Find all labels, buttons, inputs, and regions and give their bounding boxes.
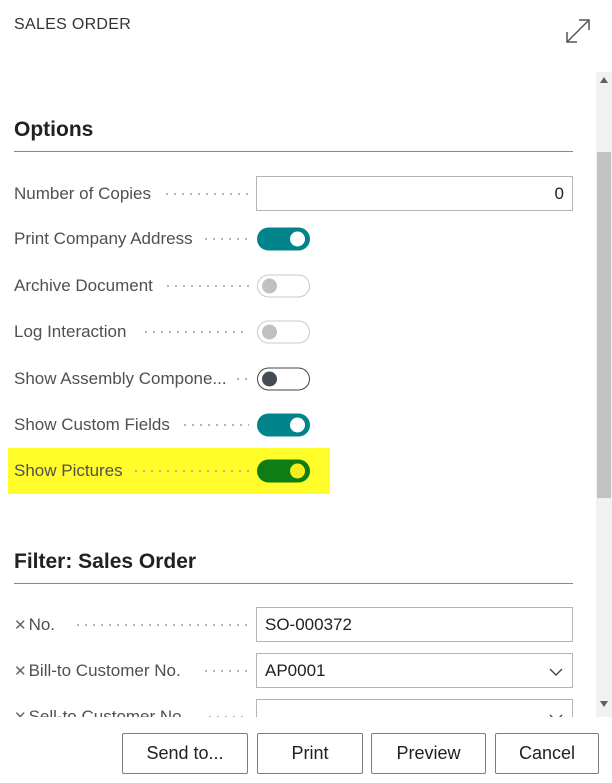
toggle-knob	[262, 278, 277, 294]
dialog-title: SALES ORDER	[14, 16, 132, 33]
archive-document-label: Archive Document	[14, 276, 153, 295]
remove-filter-icon[interactable]: ✕	[14, 617, 27, 634]
chevron-down-icon	[549, 714, 563, 717]
filter-sell-to-select[interactable]	[256, 699, 573, 717]
scroll-up-arrow-icon[interactable]	[600, 76, 608, 84]
filter-no-label-text: No.	[28, 615, 56, 634]
print-company-address-toggle[interactable]	[257, 227, 310, 251]
leader-dots	[181, 424, 249, 426]
show-pictures-row: Show Pictures	[0, 453, 596, 489]
filter-no-input[interactable]: SO-000372	[256, 607, 573, 642]
show-custom-fields-toggle[interactable]	[257, 413, 310, 437]
options-divider	[14, 151, 573, 152]
cancel-button[interactable]: Cancel	[495, 733, 599, 774]
remove-filter-icon[interactable]: ✕	[14, 663, 27, 680]
filter-bill-to-select[interactable]: AP0001	[256, 653, 573, 688]
chevron-down-icon	[549, 668, 563, 676]
leader-dots	[202, 670, 249, 672]
number-of-copies-input[interactable]: 0	[256, 176, 573, 211]
show-assembly-components-toggle[interactable]	[257, 367, 310, 391]
show-custom-fields-row: Show Custom Fields	[0, 407, 596, 443]
number-of-copies-label: Number of Copies	[14, 184, 152, 203]
toggle-knob	[262, 371, 277, 387]
filter-sell-to-label-text: Sell-to Customer No.	[28, 707, 187, 717]
toggle-knob	[262, 324, 277, 340]
filter-bill-to-row: ✕ Bill-to Customer No. AP0001	[0, 653, 596, 689]
filter-bill-to-value: AP0001	[265, 660, 326, 680]
leader-dots	[234, 378, 249, 380]
filter-bill-to-label-text: Bill-to Customer No.	[28, 661, 181, 680]
archive-document-row: Archive Document	[0, 268, 596, 304]
leader-dots	[202, 238, 249, 240]
archive-document-toggle	[257, 274, 310, 298]
leader-dots	[74, 624, 249, 626]
toggle-knob	[290, 463, 305, 479]
log-interaction-toggle	[257, 320, 310, 344]
filter-sell-to-label: ✕Sell-to Customer No.	[14, 707, 186, 717]
print-button[interactable]: Print	[257, 733, 363, 774]
leader-dots	[164, 285, 249, 287]
scroll-down-arrow-icon[interactable]	[600, 700, 608, 708]
show-assembly-components-label: Show Assembly Compone...	[14, 369, 227, 388]
show-pictures-label: Show Pictures	[14, 461, 123, 480]
filter-heading: Filter: Sales Order	[14, 550, 197, 573]
filter-bill-to-label: ✕ Bill-to Customer No.	[14, 661, 181, 681]
filter-sell-to-row: ✕Sell-to Customer No.	[0, 699, 596, 717]
leader-dots	[206, 716, 249, 717]
toggle-knob	[290, 231, 305, 247]
expand-icon[interactable]	[563, 16, 593, 46]
dialog-title-bar: SALES ORDER	[0, 0, 612, 56]
leader-dots	[142, 331, 249, 333]
show-custom-fields-label: Show Custom Fields	[14, 415, 170, 434]
dialog-content[interactable]: Options Number of Copies 0 Print Company…	[0, 72, 612, 717]
print-company-address-label: Print Company Address	[14, 229, 193, 248]
show-pictures-toggle[interactable]	[257, 459, 310, 483]
print-company-address-row: Print Company Address	[0, 221, 596, 257]
number-of-copies-row: Number of Copies 0	[0, 176, 596, 212]
leader-dots	[132, 470, 249, 472]
log-interaction-row: Log Interaction	[0, 314, 596, 350]
log-interaction-label: Log Interaction	[14, 322, 127, 341]
leader-dots	[163, 193, 249, 195]
options-heading: Options	[14, 118, 94, 141]
filter-no-label: ✕ No.	[14, 615, 55, 635]
preview-button[interactable]: Preview	[371, 733, 486, 774]
show-assembly-components-row: Show Assembly Compone...	[0, 361, 596, 397]
filter-divider	[14, 583, 573, 584]
toggle-knob	[290, 417, 305, 433]
scrollbar-thumb[interactable]	[597, 152, 611, 498]
filter-no-row: ✕ No. SO-000372	[0, 607, 596, 643]
remove-filter-icon[interactable]: ✕	[14, 709, 27, 717]
send-to-button[interactable]: Send to...	[122, 733, 248, 774]
